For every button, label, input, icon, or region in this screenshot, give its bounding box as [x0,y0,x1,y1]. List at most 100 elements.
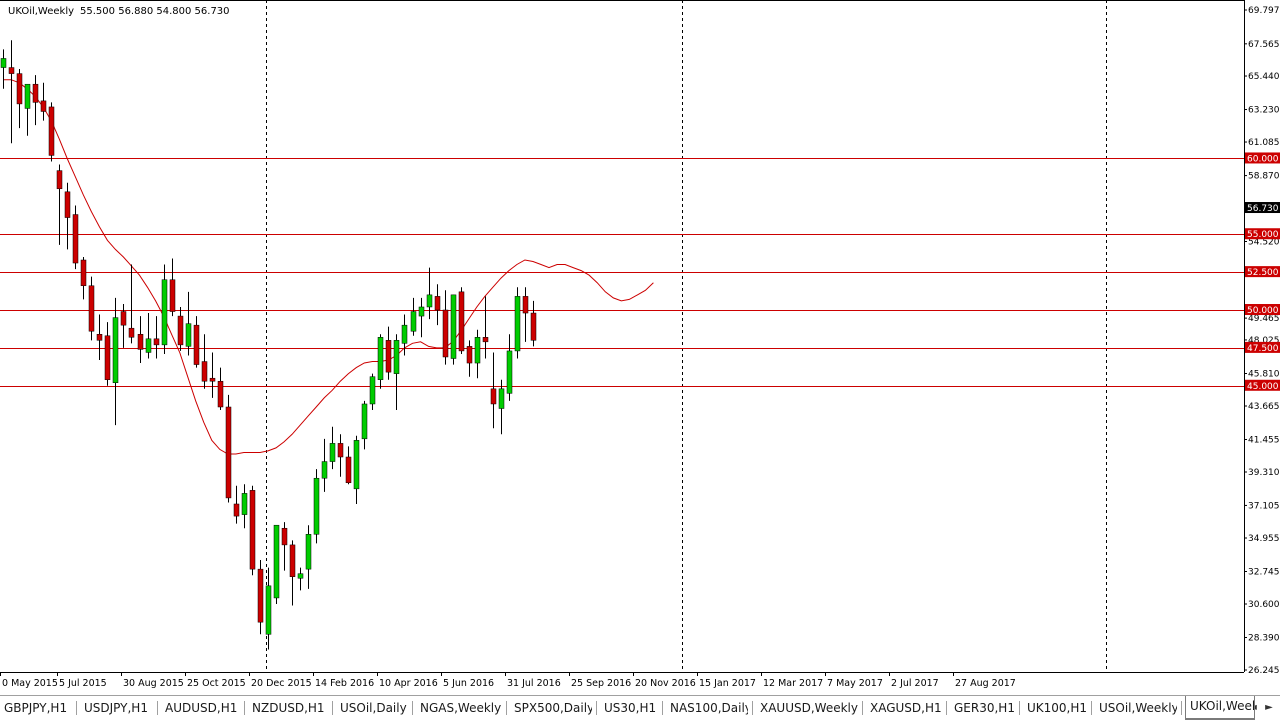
candle-body-bull [369,376,376,405]
x-tick-label: 25 Sep 2016 [571,678,631,689]
tab-spx500-daily[interactable]: SPX500,Daily [510,698,592,718]
candle-body-bear [120,311,127,326]
tab-separator [412,701,413,715]
candle-body-bull [474,337,481,364]
header-symbol: UKOil,Weekly [8,6,74,17]
candle-body-bear [56,170,63,190]
tab-separator [506,701,507,715]
tab-us30-h1[interactable]: US30,H1 [600,698,658,718]
tab-nzdusd-h1[interactable]: NZDUSD,H1 [248,698,328,718]
candle-body-bear [177,315,184,346]
tab-separator [596,701,597,715]
candle-body-bull [24,83,31,109]
tab-separator [1181,701,1182,715]
candle-body-bear [434,296,441,311]
x-tick-label: 15 Jan 2017 [699,678,756,689]
candle-body-bear [289,544,296,577]
candle-body-bear [193,324,200,365]
y-axis: 69.79767.56565.44063.23061.08558.87054.5… [1244,6,1280,676]
tab-usoil-daily[interactable]: USOil,Daily [336,698,408,718]
y-tick-label: 58.870 [1248,172,1280,182]
x-tick-label: 27 Aug 2017 [955,678,1016,689]
candle-body-bull [241,493,248,515]
header-ohlc: 55.500 56.880 54.800 56.730 [80,6,230,17]
tab-xauusd-weekly[interactable]: XAUUSD,Weekly [756,698,858,718]
x-tick-label: 20 Dec 2015 [251,678,312,689]
candle-body-bull [112,317,119,384]
level-tag-label: 47.500 [1247,344,1279,354]
candle-body-bear [16,73,23,105]
candle-body-bull [410,311,417,332]
candle [273,524,280,605]
candle-body-bear [72,214,79,264]
candle-body-bull [185,323,192,347]
tab-ngas-weekly[interactable]: NGAS,Weekly [416,698,502,718]
candle-body-bear [530,312,537,341]
candle-body-bear [64,191,71,218]
y-tick-label: 32.745 [1248,567,1280,577]
tab-uk100-h1[interactable]: UK100,H1 [1023,698,1087,718]
candle [88,276,95,341]
candle-body-bull [265,585,272,635]
candle-body-bull [273,524,280,599]
candle-body-bear [128,327,135,338]
candle-body-bull [393,340,400,374]
x-tick-label: 14 Feb 2016 [315,678,374,689]
candle-body-bull [305,534,312,570]
tab-separator [244,701,245,715]
tab-gbpjpy-h1[interactable]: GBPJPY,H1 [0,698,70,718]
tab-nas100-daily[interactable]: NAS100,Daily [666,698,748,718]
candle [458,287,465,354]
candle-body-bull [145,338,152,353]
y-tick-label: 45.810 [1248,370,1280,380]
candle-body-bear [88,285,95,332]
candle-body-bear [522,296,529,314]
candle-body-bear [209,377,216,382]
candle-body-bear [48,106,55,156]
tab-separator [1019,701,1020,715]
y-tick-label: 28.390 [1248,633,1280,643]
tab-ger30-h1[interactable]: GER30,H1 [950,698,1016,718]
candle-body-bear [169,279,176,312]
tab-xagusd-h1[interactable]: XAGUSD,H1 [866,698,942,718]
x-tick-label: 25 Oct 2015 [187,678,246,689]
candle [72,205,79,270]
candle-body-bull [313,477,320,535]
x-tick-label: 12 Mar 2017 [763,678,823,689]
level-tag-label: 55.000 [1247,230,1279,240]
candle-body-bear [32,83,39,103]
last-price-label: 56.730 [1247,204,1279,214]
y-tick-label: 34.955 [1248,534,1280,544]
candle [514,287,521,359]
x-tick-label: 7 May 2017 [827,678,883,689]
candle-body-bull [401,324,408,344]
y-tick-label: 63.230 [1248,106,1280,116]
candle [48,102,55,162]
candle-body-bear [257,568,264,623]
level-tag-label: 60.000 [1247,154,1279,164]
tab-scroll-right-icon[interactable]: ► [1262,700,1276,716]
x-tick-label: 31 Jul 2016 [507,678,561,689]
tab-usdjpy-h1[interactable]: USDJPY,H1 [80,698,154,718]
chart-tabs-bar: ◄ ► GBPJPY,H1USDJPY,H1AUDUSD,H1NZDUSD,H1… [0,695,1280,720]
candle [225,394,232,503]
tab-ukoil-weekly[interactable]: UKOil,Weekly [1185,696,1255,719]
x-tick-label: 30 Aug 2015 [123,678,184,689]
candle-body-bear [8,67,15,74]
price-chart[interactable]: 69.79767.56565.44063.23061.08558.87054.5… [0,0,1280,695]
candle [450,294,457,365]
y-tick-label: 26.245 [1248,666,1280,676]
tab-usoil-weekly[interactable]: USOil,Weekly [1095,698,1177,718]
tab-audusd-h1[interactable]: AUDUSD,H1 [161,698,241,718]
x-tick-label: 10 Apr 2016 [379,678,438,689]
candle-body-bear [40,100,47,112]
candle-body-bull [418,306,425,317]
tab-separator [332,701,333,715]
candle-body-bear [233,503,240,517]
candle-body-bull [329,443,336,462]
candle-body-bear [466,346,473,364]
candle-body-bear [80,259,87,287]
tab-separator [862,701,863,715]
candle-body-bull [321,461,328,479]
candle-body-bear [345,456,352,484]
